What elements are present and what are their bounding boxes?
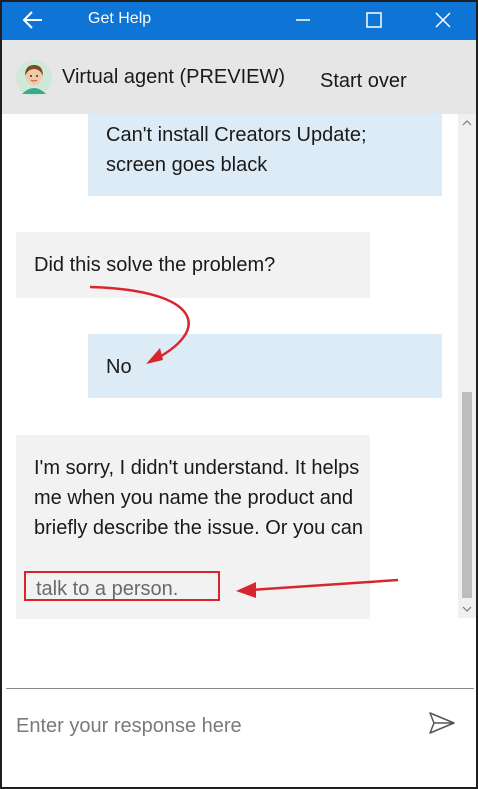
input-divider bbox=[6, 688, 474, 689]
agent-message: I'm sorry, I didn't understand. It helps… bbox=[16, 435, 370, 619]
agent-message: Did this solve the problem? bbox=[16, 232, 370, 298]
back-arrow-icon[interactable] bbox=[20, 8, 46, 32]
get-help-window: Get Help Virtual agent (PREVIEW) Start o… bbox=[0, 0, 478, 789]
message-text: Did this solve the problem? bbox=[34, 254, 276, 276]
user-message: No bbox=[88, 334, 442, 398]
close-icon[interactable] bbox=[430, 7, 456, 33]
minimize-icon[interactable] bbox=[290, 7, 316, 33]
message-text: I'm sorry, I didn't understand. It helps… bbox=[34, 457, 364, 539]
response-area bbox=[2, 690, 476, 787]
message-text: Can't install Creators Update; screen go… bbox=[106, 124, 367, 176]
message-text: No bbox=[106, 356, 132, 378]
scrollbar-thumb[interactable] bbox=[462, 392, 472, 598]
highlight-box bbox=[24, 571, 220, 601]
user-message: Can't install Creators Update; screen go… bbox=[88, 114, 442, 196]
maximize-icon[interactable] bbox=[361, 7, 387, 33]
response-input[interactable] bbox=[14, 708, 398, 744]
send-icon[interactable] bbox=[427, 710, 457, 736]
title-bar: Get Help bbox=[2, 2, 476, 40]
window-title: Get Help bbox=[88, 10, 152, 27]
agent-header: Virtual agent (PREVIEW) Start over bbox=[2, 40, 476, 114]
scroll-up-icon[interactable] bbox=[461, 118, 473, 128]
chat-transcript: Can't install Creators Update; screen go… bbox=[2, 114, 476, 690]
start-over-button[interactable]: Start over bbox=[320, 70, 407, 93]
agent-name: Virtual agent (PREVIEW) bbox=[62, 66, 286, 88]
agent-avatar bbox=[16, 60, 52, 96]
chat-scrollbar[interactable] bbox=[458, 114, 476, 618]
scroll-down-icon[interactable] bbox=[461, 604, 473, 614]
